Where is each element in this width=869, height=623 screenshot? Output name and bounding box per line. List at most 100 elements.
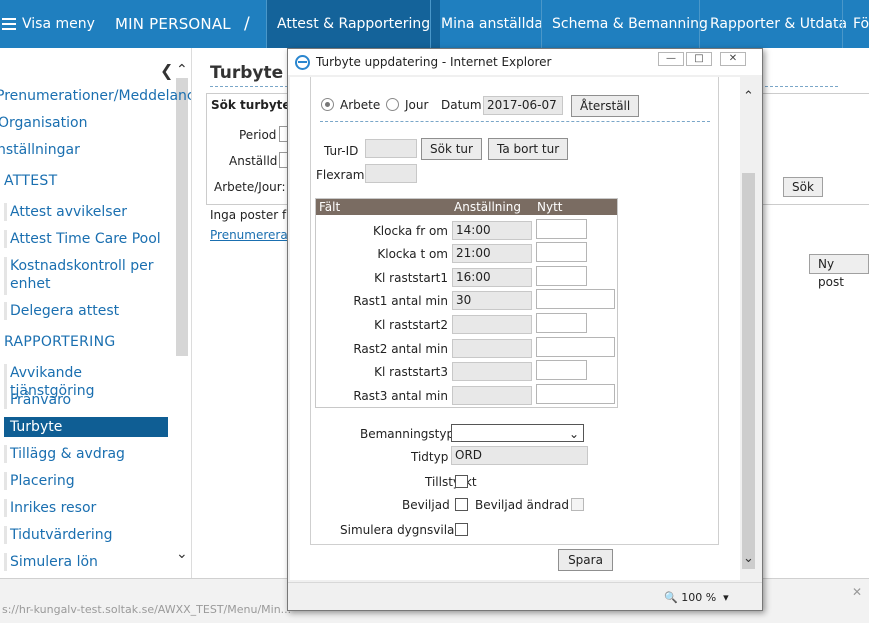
popup-titlebar: Turbyte uppdatering - Internet Explorer … bbox=[288, 49, 762, 75]
search-panel-legend: Sök turbyte bbox=[211, 98, 291, 112]
sidebar-item-inrikes-resor[interactable]: Inrikes resor bbox=[4, 499, 168, 517]
anstallning-kl-raststart3 bbox=[452, 362, 532, 381]
close-popup-button[interactable]: ✕ bbox=[720, 52, 746, 66]
internet-explorer-icon bbox=[295, 55, 310, 70]
anstallning-klocka-fr-om: 14:00 bbox=[452, 221, 532, 240]
sidebar-item-prenumerationer[interactable]: Prenumerationer/Meddelanc bbox=[0, 88, 191, 104]
sidebar-item-simulera-lon[interactable]: Simulera lön bbox=[4, 553, 168, 571]
anstallning-klocka-t-om: 21:00 bbox=[452, 244, 532, 263]
save-button[interactable]: Spara bbox=[558, 549, 613, 571]
subscribe-link[interactable]: Prenumerera bbox=[210, 228, 288, 242]
simulera-dygnsvila-checkbox[interactable] bbox=[455, 523, 468, 536]
nytt-kl-raststart2[interactable] bbox=[536, 313, 587, 333]
sidebar-item-installningar[interactable]: nställningar bbox=[0, 142, 80, 158]
tab-mina-anstallda[interactable]: Mina anställda bbox=[430, 0, 553, 48]
scroll-up-icon[interactable]: ⌃ bbox=[743, 89, 754, 104]
breadcrumb-separator: / bbox=[244, 14, 250, 34]
sidebar-item-turbyte[interactable]: Turbyte bbox=[4, 417, 168, 437]
flexram-label: Flexram bbox=[316, 168, 365, 182]
popup-divider bbox=[320, 121, 710, 122]
tillstyrkt-label: Tillstyrkt bbox=[425, 475, 477, 489]
top-navigation-bar: Visa meny MIN PERSONAL / Attest & Rappor… bbox=[0, 0, 869, 48]
tab-attest-rapportering[interactable]: Attest & Rapportering bbox=[266, 0, 441, 48]
header-anstallning: Anställning bbox=[454, 200, 521, 214]
popup-scrollbar[interactable]: ⌃ ⌄ bbox=[740, 77, 760, 580]
new-post-button[interactable]: Ny post bbox=[809, 254, 869, 289]
sidebar-item-kostnadskontroll[interactable]: Kostnadskontroll per enhet bbox=[4, 257, 168, 295]
zoom-control[interactable]: 🔍 100 % ▾ bbox=[664, 591, 729, 604]
scroll-down-icon[interactable]: ⌄ bbox=[176, 546, 188, 562]
period-label: Period bbox=[239, 128, 277, 142]
nytt-klocka-t-om[interactable] bbox=[536, 242, 587, 262]
table-header: Fält Anställning Nytt bbox=[316, 199, 617, 215]
popup-status-bar: 🔍 100 % ▾ bbox=[288, 582, 762, 610]
nytt-rast3-antal-min[interactable] bbox=[536, 384, 615, 404]
radio-jour[interactable] bbox=[386, 98, 399, 111]
sidebar-item-franvaro[interactable]: Frånvaro bbox=[4, 391, 168, 409]
tillstyrkt-checkbox[interactable] bbox=[455, 475, 468, 488]
sidebar-item-organisation[interactable]: Organisation bbox=[0, 115, 87, 131]
row-label-kl-raststart3: Kl raststart3 bbox=[374, 365, 448, 379]
maximize-button[interactable]: □ bbox=[686, 52, 712, 66]
status-url: s://hr-kungalv-test.soltak.se/AWXX_TEST/… bbox=[2, 603, 292, 616]
anstalld-label: Anställd bbox=[229, 154, 278, 168]
beviljad-checkbox[interactable] bbox=[455, 498, 468, 511]
row-label-kl-raststart1: Kl raststart1 bbox=[374, 271, 448, 285]
bemanningstyp-label: Bemanningstyp bbox=[360, 427, 455, 441]
scroll-down-icon[interactable]: ⌄ bbox=[743, 551, 754, 566]
show-menu-button[interactable]: Visa meny bbox=[0, 0, 95, 48]
tab-more[interactable]: Fö bbox=[842, 0, 869, 48]
header-nytt: Nytt bbox=[537, 200, 563, 214]
nytt-kl-raststart1[interactable] bbox=[536, 266, 587, 286]
tab-rapporter-utdata[interactable]: Rapporter & Utdata bbox=[699, 0, 857, 48]
anstallning-rast2-antal-min bbox=[452, 339, 532, 358]
popup-title: Turbyte uppdatering - Internet Explorer bbox=[316, 55, 552, 69]
sidebar-scrollbar-thumb[interactable] bbox=[176, 78, 188, 356]
shift-fields-table: Fält Anställning Nytt Klocka fr om 14:00… bbox=[315, 198, 618, 408]
tur-id-field[interactable] bbox=[365, 139, 417, 158]
nytt-kl-raststart3[interactable] bbox=[536, 360, 587, 380]
header-falt: Fält bbox=[319, 200, 341, 214]
flexram-field[interactable] bbox=[365, 164, 417, 183]
tab-schema-bemanning[interactable]: Schema & Bemanning bbox=[541, 0, 718, 48]
beviljad-label: Beviljad bbox=[402, 498, 450, 512]
radio-arbete[interactable] bbox=[321, 98, 334, 111]
minimize-button[interactable]: — bbox=[658, 52, 684, 66]
radio-arbete-label: Arbete bbox=[340, 98, 381, 112]
datum-label: Datum bbox=[441, 98, 482, 112]
row-label-kl-raststart2: Kl raststart2 bbox=[374, 318, 448, 332]
sidebar-section-attest: ATTEST bbox=[4, 173, 58, 189]
sidebar-item-placering[interactable]: Placering bbox=[4, 472, 168, 490]
tur-id-label: Tur-ID bbox=[324, 144, 359, 158]
sidebar-item-attest-avvikelser[interactable]: Attest avvikelser bbox=[4, 203, 168, 221]
app-brand: MIN PERSONAL bbox=[115, 15, 231, 33]
scroll-up-icon[interactable]: ⌃ bbox=[176, 62, 188, 78]
anstallning-kl-raststart1: 16:00 bbox=[452, 268, 532, 287]
row-label-rast3-antal-min: Rast3 antal min bbox=[353, 389, 448, 403]
sidebar-item-tidutvardering[interactable]: Tidutvärdering bbox=[4, 526, 168, 544]
row-label-rast2-antal-min: Rast2 antal min bbox=[353, 342, 448, 356]
bemanningstyp-select[interactable]: ⌄ bbox=[451, 424, 584, 442]
beviljad-andrad-label: Beviljad ändrad bbox=[475, 498, 569, 512]
datum-field[interactable]: 2017-06-07 bbox=[483, 96, 563, 115]
row-label-klocka-fr-om: Klocka fr om bbox=[372, 224, 448, 238]
nytt-klocka-fr-om[interactable] bbox=[536, 219, 587, 239]
collapse-sidebar-icon[interactable]: ❮ bbox=[160, 61, 173, 80]
nytt-rast1-antal-min[interactable] bbox=[536, 289, 615, 309]
anstallning-rast3-antal-min bbox=[452, 386, 532, 405]
popup-scrollbar-thumb[interactable] bbox=[742, 173, 755, 569]
row-label-klocka-t-om: Klocka t om bbox=[377, 247, 448, 261]
sidebar-item-tillagg-avdrag[interactable]: Tillägg & avdrag bbox=[4, 445, 168, 463]
search-button[interactable]: Sök bbox=[783, 177, 823, 197]
delete-tur-button[interactable]: Ta bort tur bbox=[488, 138, 569, 160]
sidebar-item-delegera-attest[interactable]: Delegera attest bbox=[4, 302, 168, 320]
close-icon[interactable]: ✕ bbox=[852, 585, 862, 599]
search-tur-button[interactable]: Sök tur bbox=[421, 138, 482, 160]
sidebar-item-attest-time-care-pool[interactable]: Attest Time Care Pool bbox=[4, 230, 168, 248]
sidebar-section-rapportering: RAPPORTERING bbox=[4, 334, 116, 350]
hamburger-icon bbox=[2, 15, 16, 33]
anstallning-rast1-antal-min: 30 bbox=[452, 291, 532, 310]
reset-button[interactable]: Återställ bbox=[571, 95, 639, 117]
page-title: Turbyte bbox=[210, 63, 284, 83]
nytt-rast2-antal-min[interactable] bbox=[536, 337, 615, 357]
